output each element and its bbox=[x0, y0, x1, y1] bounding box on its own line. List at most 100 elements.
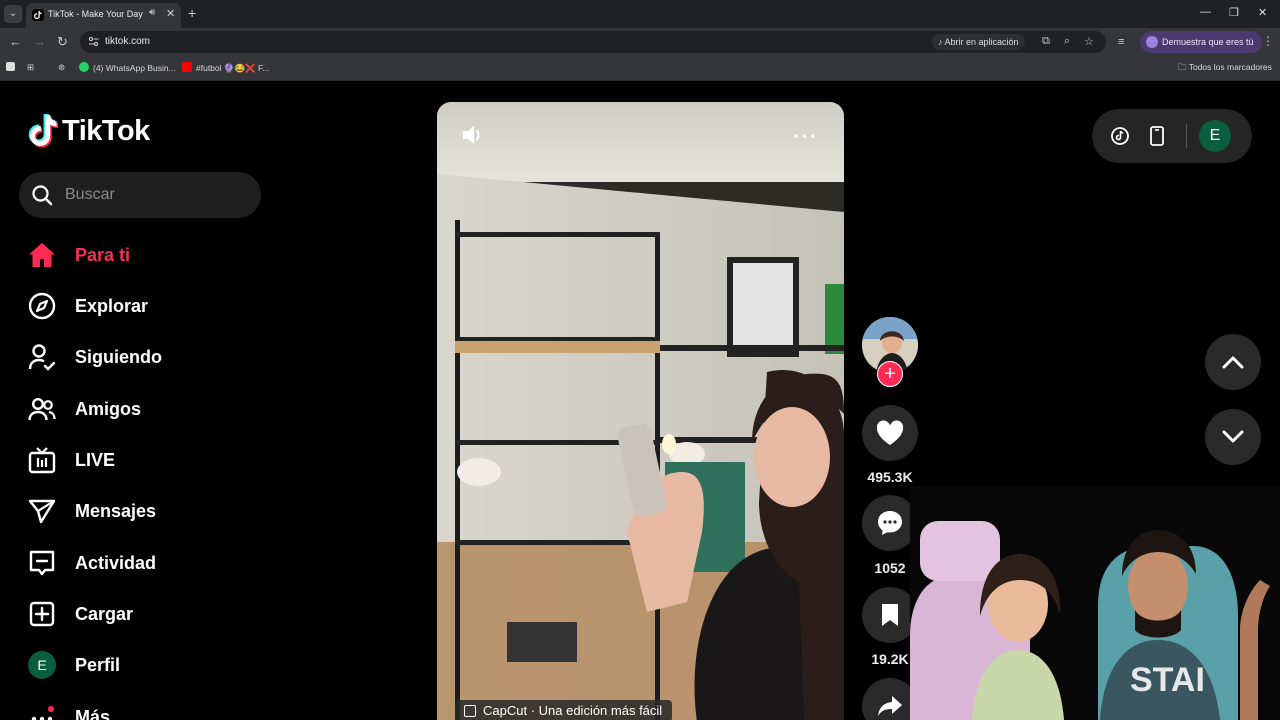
upload-plus-icon bbox=[28, 600, 56, 628]
tiktok-note-icon bbox=[28, 114, 58, 148]
open-in-app-label: Abrir en aplicación bbox=[944, 37, 1019, 47]
profile-chip[interactable]: Demuestra que eres tú bbox=[1140, 31, 1262, 53]
bookmark-label: (4) WhatsApp Busin... bbox=[93, 63, 176, 73]
more-dots-icon bbox=[28, 703, 56, 720]
all-bookmarks-label: Todos los marcadores bbox=[1188, 62, 1272, 72]
nav-item-para-ti[interactable]: Para ti bbox=[28, 238, 278, 272]
header-actions: E bbox=[1092, 109, 1252, 163]
capcut-label: CapCut · Una edición más fácil bbox=[483, 703, 663, 718]
capcut-anchor-link[interactable]: CapCut · Una edición más fácil bbox=[455, 700, 673, 720]
nav-item-explorar[interactable]: Explorar bbox=[28, 289, 278, 323]
nav-item-siguiendo[interactable]: Siguiendo bbox=[28, 340, 278, 374]
browser-chrome: ⌄ TikTok - Make Your Day 🔊︎ ✕ + — ❐ ✕ ← … bbox=[0, 0, 1280, 81]
compass-icon bbox=[28, 292, 56, 320]
like-count: 495.3K bbox=[867, 469, 913, 485]
tiktok-coins-icon[interactable] bbox=[1110, 126, 1130, 146]
profile-avatar-icon bbox=[1146, 36, 1158, 48]
heart-icon bbox=[876, 420, 904, 445]
chrome-web-store-icon[interactable]: ⊛ bbox=[58, 62, 65, 73]
translate-icon[interactable]: ⧉ bbox=[1042, 35, 1050, 48]
url-text: tiktok.com bbox=[105, 36, 151, 47]
nav-item-live[interactable]: LIVE bbox=[28, 443, 278, 477]
next-video-button[interactable] bbox=[1205, 409, 1261, 465]
nav-label: Actividad bbox=[75, 552, 157, 573]
reload-button[interactable]: ↻ bbox=[57, 34, 68, 50]
open-in-app-button[interactable]: ♪ Abrir en aplicación bbox=[932, 34, 1025, 50]
site-info-icon[interactable] bbox=[88, 36, 99, 47]
video-frame bbox=[437, 102, 844, 720]
tab-strip: ⌄ TikTok - Make Your Day 🔊︎ ✕ + — ❐ ✕ bbox=[0, 0, 1280, 28]
volume-icon[interactable] bbox=[461, 124, 485, 146]
reading-list-icon[interactable]: ≡ bbox=[1118, 36, 1124, 48]
chevron-up-icon bbox=[1222, 356, 1244, 369]
svg-text:STAI: STAI bbox=[1130, 661, 1205, 699]
nav-label: Perfil bbox=[75, 654, 121, 675]
nav-label: Explorar bbox=[75, 295, 149, 316]
paper-plane-icon bbox=[28, 497, 56, 525]
search-input[interactable] bbox=[65, 185, 245, 205]
address-bar[interactable]: tiktok.com ♪ Abrir en aplicación ⧉ ⌕ ☆ bbox=[80, 31, 1106, 53]
new-tab-button[interactable]: + bbox=[188, 5, 196, 21]
nav-item-mensajes[interactable]: Mensajes bbox=[28, 494, 278, 528]
bookmark-label: #futbol 🔮😂❌ F... bbox=[196, 63, 270, 73]
back-button[interactable]: ← bbox=[9, 34, 22, 49]
logo-text: TikTok bbox=[62, 114, 150, 147]
tab-title: TikTok - Make Your Day bbox=[48, 9, 143, 19]
nav-item-perfil[interactable]: E Perfil bbox=[28, 648, 278, 682]
video-player[interactable]: ··· CapCut · Una edición más fácil bbox=[437, 102, 844, 720]
user-avatar[interactable]: E bbox=[1199, 120, 1231, 152]
nav-label: Mensajes bbox=[75, 500, 157, 521]
follow-plus-button[interactable]: + bbox=[877, 361, 903, 387]
whatsapp-icon bbox=[79, 62, 89, 72]
minimize-button[interactable]: — bbox=[1200, 6, 1211, 18]
nav-item-amigos[interactable]: Amigos bbox=[28, 392, 278, 426]
nav-label: Cargar bbox=[75, 603, 134, 624]
webcam-image: STAI bbox=[910, 486, 1280, 720]
nav-label: LIVE bbox=[75, 449, 116, 470]
nav-item-actividad[interactable]: Actividad bbox=[28, 546, 278, 580]
nav-label: Siguiendo bbox=[75, 346, 162, 367]
get-app-phone-icon[interactable] bbox=[1149, 126, 1165, 146]
tiktok-logo[interactable]: TikTok bbox=[28, 111, 150, 151]
browser-tab[interactable]: TikTok - Make Your Day 🔊︎ ✕ bbox=[26, 3, 181, 28]
apps-icon[interactable] bbox=[6, 62, 15, 71]
friends-icon bbox=[28, 395, 56, 423]
profile-chip-label: Demuestra que eres tú bbox=[1162, 37, 1254, 47]
zoom-icon[interactable]: ⌕ bbox=[1064, 35, 1070, 48]
nav-label: Amigos bbox=[75, 398, 142, 419]
browser-menu-icon[interactable]: ⋮ bbox=[1262, 34, 1274, 48]
video-more-options-icon[interactable]: ··· bbox=[793, 124, 818, 150]
forward-button[interactable]: → bbox=[33, 34, 46, 49]
nav-item-mas[interactable]: Más bbox=[28, 700, 278, 720]
nav-label: Para ti bbox=[75, 244, 131, 265]
previous-video-button[interactable] bbox=[1205, 334, 1261, 390]
like-button[interactable] bbox=[862, 405, 918, 461]
tiktok-favicon-icon bbox=[32, 9, 44, 21]
browser-toolbar: ← → ↻ tiktok.com ♪ Abrir en aplicación ⧉… bbox=[0, 28, 1280, 56]
nav-item-cargar[interactable]: Cargar bbox=[28, 597, 278, 631]
tab-groups-icon[interactable]: ⊞ bbox=[27, 62, 34, 73]
search-icon[interactable] bbox=[31, 184, 53, 206]
bookmark-star-icon[interactable]: ☆ bbox=[1084, 35, 1094, 48]
bookmarks-bar: ⊞ ⊛ (4) WhatsApp Busin... #futbol 🔮😂❌ F.… bbox=[0, 56, 1280, 81]
capcut-icon bbox=[464, 705, 476, 717]
all-bookmarks-folder[interactable]: 🗀︎ Todos los marcadores bbox=[1178, 62, 1272, 76]
share-arrow-icon bbox=[878, 696, 902, 716]
bookmark-whatsapp[interactable]: (4) WhatsApp Busin... bbox=[79, 62, 176, 73]
close-tab-icon[interactable]: ✕ bbox=[166, 7, 175, 20]
activity-icon bbox=[28, 549, 56, 577]
close-window-button[interactable]: ✕ bbox=[1258, 6, 1267, 19]
search-box[interactable] bbox=[19, 172, 261, 218]
restore-button[interactable]: ❐ bbox=[1229, 6, 1239, 19]
nav-label: Más bbox=[75, 706, 111, 720]
profile-avatar: E bbox=[28, 651, 56, 679]
tab-search-button[interactable]: ⌄ bbox=[4, 5, 22, 23]
profile-avatar-wrap: E bbox=[28, 651, 56, 679]
webcam-overlay: STAI bbox=[910, 486, 1280, 720]
header-divider bbox=[1186, 124, 1187, 148]
live-tv-icon bbox=[28, 446, 56, 474]
following-icon bbox=[28, 343, 56, 371]
bookmark-youtube[interactable]: #futbol 🔮😂❌ F... bbox=[182, 62, 269, 74]
youtube-icon bbox=[182, 62, 192, 72]
audio-playing-icon[interactable]: 🔊︎ bbox=[149, 7, 155, 18]
